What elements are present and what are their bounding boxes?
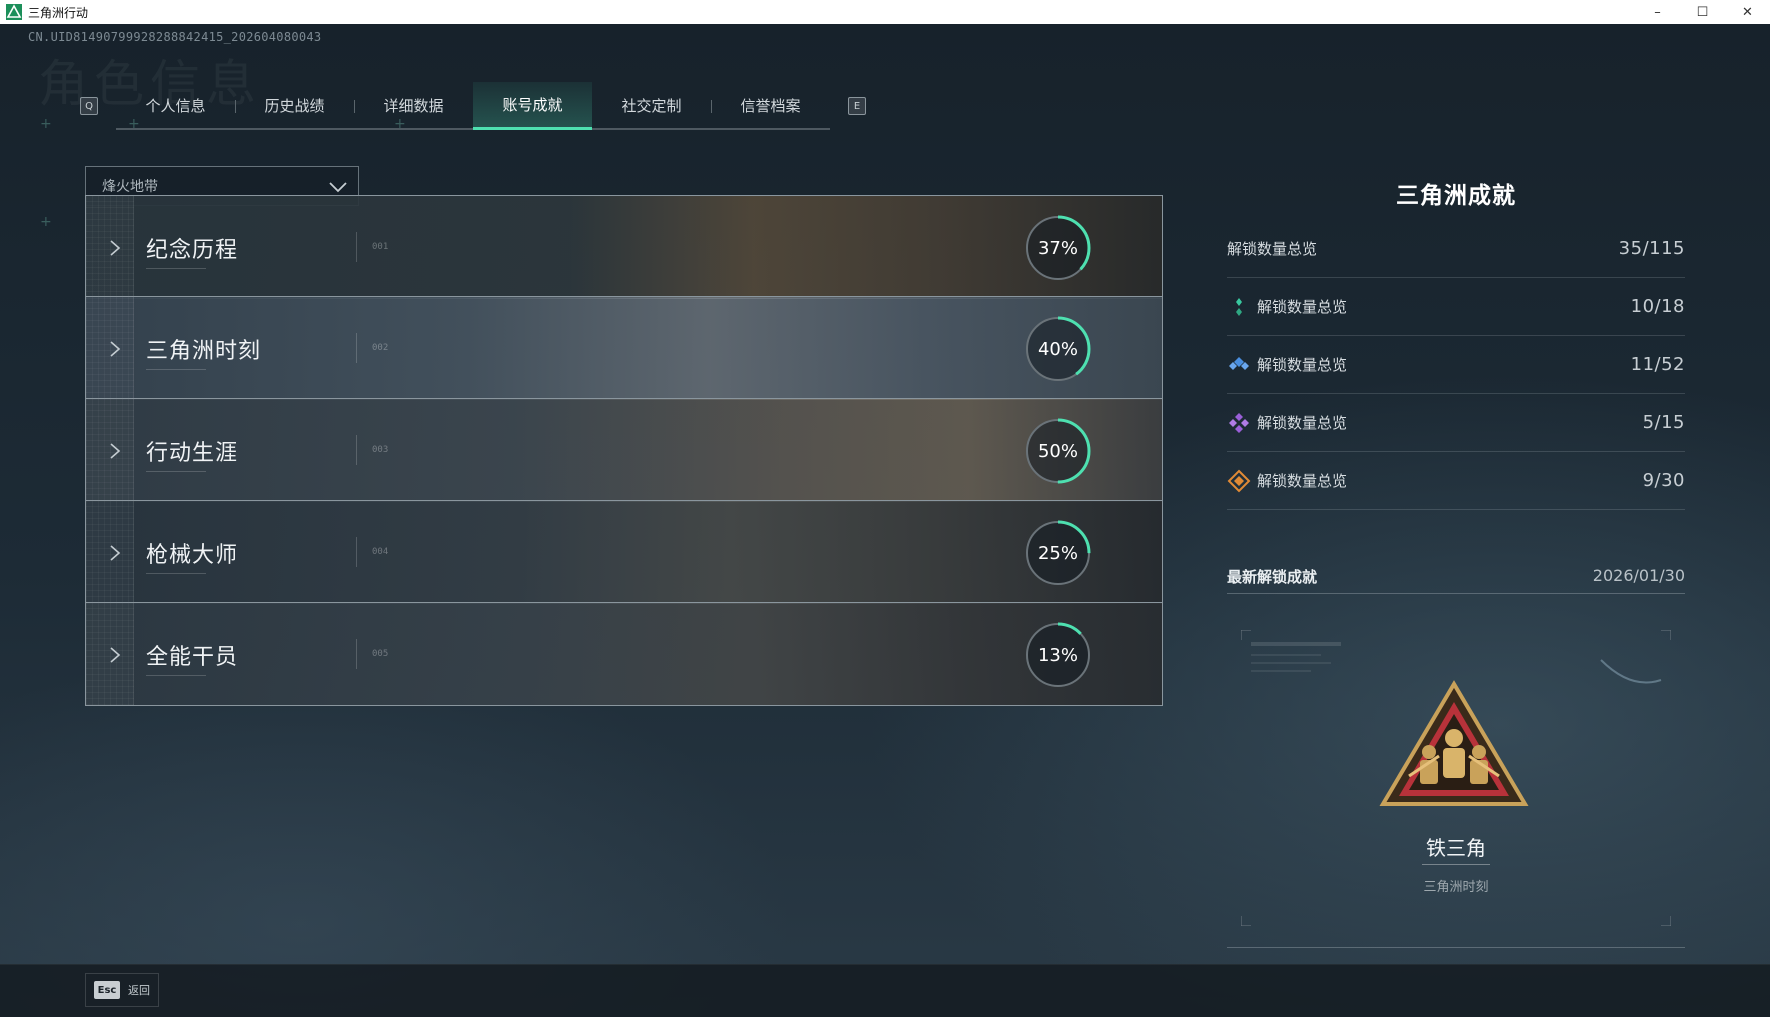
tab-reputation[interactable]: 信誉档案: [711, 82, 830, 128]
next-tab-key[interactable]: E: [848, 97, 866, 115]
tier-label: 解锁数量总览: [1257, 356, 1348, 374]
chevron-right-icon: [110, 341, 121, 357]
badge-divider: [1422, 864, 1490, 865]
esc-key: Esc: [94, 981, 120, 999]
category-separator: [356, 537, 357, 567]
total-unlock-label: 解锁数量总览: [1227, 240, 1318, 258]
app-area: 角色信息 CN.UID8149079992828884​2415_2026040…: [0, 24, 1770, 1017]
chevron-right-icon: [110, 545, 121, 561]
category-separator: [356, 333, 357, 363]
category-index: 001: [372, 242, 389, 252]
latest-achievement-card[interactable]: 铁三角 三角洲时刻: [1227, 608, 1685, 948]
tab-history[interactable]: 历史战绩: [235, 82, 354, 128]
close-button[interactable]: ✕: [1725, 0, 1770, 24]
purple-tier-icon: [1229, 412, 1249, 433]
tier-label: 解锁数量总览: [1257, 414, 1348, 432]
tab-strip: 个人信息 历史战绩 详细数据 账号成就 社交定制 信誉档案: [116, 82, 830, 130]
category-background: [86, 399, 1162, 501]
back-label: 返回: [128, 984, 150, 997]
tab-achievements[interactable]: 账号成就: [473, 82, 592, 130]
deco-cross-icon: +: [40, 116, 52, 132]
category-name: 行动生涯: [146, 441, 239, 466]
tier-row-blue: 解锁数量总览 11/52: [1227, 336, 1685, 394]
badge-name: 铁三角: [1426, 836, 1486, 860]
tab-personal-info[interactable]: 个人信息: [116, 82, 235, 128]
category-name-underline: [146, 573, 206, 574]
tier-row-green: 解锁数量总览 10/18: [1227, 278, 1685, 336]
green-tier-icon: [1236, 297, 1242, 316]
tier-row-purple: 解锁数量总览 5/15: [1227, 394, 1685, 452]
tier-value: 11/52: [1630, 354, 1685, 375]
category-name: 纪念历程: [146, 238, 239, 263]
tier-value: 5/15: [1642, 412, 1685, 433]
badge-category: 三角洲时刻: [1423, 880, 1489, 895]
chevron-right-icon: [110, 647, 121, 663]
tier-row-orange: 解锁数量总览 9/30: [1227, 452, 1685, 510]
tab-bar: Q 个人信息 历史战绩 详细数据 账号成就 社交定制 信誉档案 E: [80, 72, 866, 140]
tier-label: 解锁数量总览: [1257, 472, 1348, 490]
bottom-bar: Esc 返回: [0, 964, 1770, 1017]
tab-social[interactable]: 社交定制: [592, 82, 711, 128]
latest-achievement-label: 最新解锁成就: [1227, 568, 1318, 586]
category-progress-label: 40%: [1037, 338, 1078, 360]
user-uid: CN.UID8149079992828884​2415_202604080043: [28, 30, 322, 44]
category-name-underline: [146, 268, 206, 269]
tier-value: 9/30: [1642, 470, 1685, 491]
category-separator: [356, 232, 357, 262]
achievement-category-row[interactable]: 三角洲时刻 002 40%: [85, 296, 1163, 400]
latest-achievement-header: 最新解锁成就 2026/01/30: [1227, 562, 1685, 594]
window-titlebar: 三角洲行动 – ☐ ✕: [0, 0, 1770, 24]
category-index: 003: [372, 445, 389, 455]
orange-tier-icon: [1227, 469, 1251, 492]
deco-cross-icon: +: [40, 214, 52, 230]
achievement-category-row[interactable]: 枪械大师 004 25%: [85, 500, 1163, 604]
tab-detailed-data[interactable]: 详细数据: [354, 82, 473, 128]
category-index: 002: [372, 343, 389, 353]
category-progress-label: 13%: [1037, 644, 1078, 666]
tier-label: 解锁数量总览: [1257, 298, 1348, 316]
total-unlock-value: 35/115: [1618, 238, 1685, 259]
category-index: 004: [372, 547, 389, 557]
chevron-right-icon: [110, 240, 121, 256]
category-index: 005: [372, 649, 389, 659]
window-title: 三角洲行动: [28, 5, 89, 20]
category-name-underline: [146, 471, 206, 472]
category-name-underline: [146, 675, 206, 676]
mode-select-value: 烽火地带: [102, 179, 158, 195]
category-name: 三角洲时刻: [146, 339, 262, 364]
achievement-category-row[interactable]: 纪念历程 001 37%: [85, 195, 1163, 299]
category-name: 全能干员: [146, 645, 239, 670]
prev-tab-key[interactable]: Q: [80, 97, 98, 115]
category-progress-label: 37%: [1037, 237, 1078, 259]
category-background: [86, 196, 1162, 298]
category-name: 枪械大师: [146, 543, 239, 568]
back-button[interactable]: Esc 返回: [85, 973, 159, 1007]
category-background: [86, 603, 1162, 705]
category-separator: [356, 639, 357, 669]
achievement-category-row[interactable]: 行动生涯 003 50%: [85, 398, 1163, 502]
total-unlock-row: 解锁数量总览 35/115: [1227, 220, 1685, 278]
iron-triangle-badge-icon: [1379, 680, 1529, 806]
category-progress-label: 25%: [1037, 542, 1078, 564]
minimize-button[interactable]: –: [1635, 0, 1680, 24]
app-logo-icon: [6, 4, 22, 20]
category-separator: [356, 435, 357, 465]
achievement-category-row[interactable]: 全能干员 005 13%: [85, 602, 1163, 706]
chevron-down-icon: [329, 182, 347, 193]
maximize-button[interactable]: ☐: [1680, 0, 1725, 24]
blue-tier-icon: [1229, 356, 1249, 370]
latest-achievement-date: 2026/01/30: [1592, 566, 1685, 585]
category-name-underline: [146, 369, 206, 370]
category-progress-label: 50%: [1037, 440, 1078, 462]
tier-value: 10/18: [1630, 296, 1685, 317]
chevron-right-icon: [110, 443, 121, 459]
summary-title: 三角洲成就: [1396, 183, 1516, 209]
category-background: [86, 501, 1162, 603]
